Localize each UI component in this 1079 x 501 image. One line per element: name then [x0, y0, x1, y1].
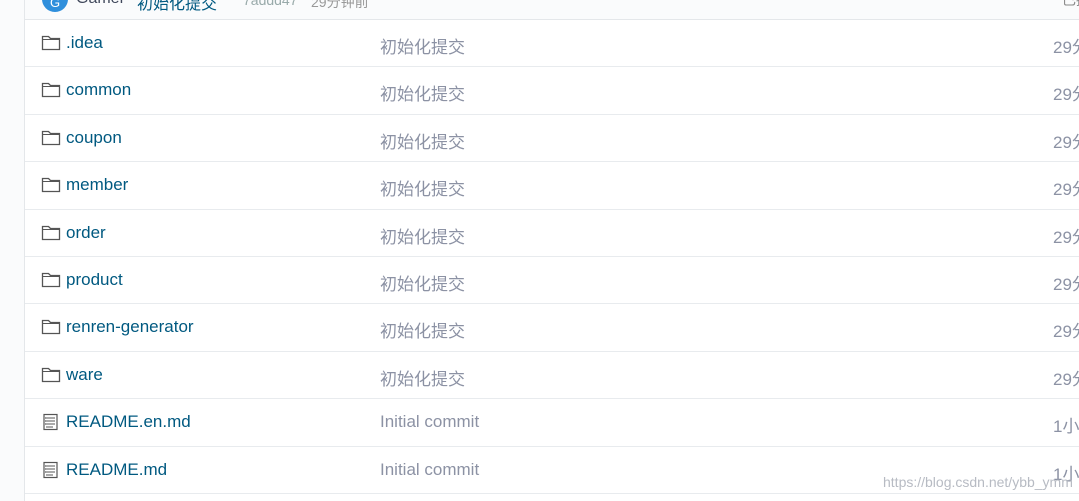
commit-author[interactable]: Gamer: [76, 0, 125, 8]
file-name-link[interactable]: ware: [66, 365, 103, 385]
commit-message-link[interactable]: 初始化提交: [380, 128, 465, 153]
repository-file-browser: G Gamer 初始化提交 7addd47 29分钟前 已提交 .idea 初始…: [24, 0, 1079, 501]
file-name-link[interactable]: .idea: [66, 33, 103, 53]
file-name-link[interactable]: order: [66, 223, 106, 243]
folder-icon: [41, 81, 61, 99]
file-text-icon: [41, 461, 61, 479]
table-row[interactable]: .idea 初始化提交 29分: [25, 20, 1079, 68]
commit-time: 29分钟前: [311, 0, 369, 10]
file-list: .idea 初始化提交 29分 common 初始化提交 29分 coupon …: [25, 20, 1079, 494]
commit-message-link[interactable]: 初始化提交: [380, 223, 465, 248]
commit-message-link[interactable]: 初始化提交: [380, 270, 465, 295]
avatar[interactable]: G: [42, 0, 68, 12]
file-name-link[interactable]: README.en.md: [66, 412, 191, 432]
commit-message[interactable]: 初始化提交: [137, 0, 217, 14]
file-name-link[interactable]: coupon: [66, 128, 122, 148]
commit-status: 已提交: [1062, 0, 1079, 8]
file-name-link[interactable]: README.md: [66, 460, 167, 480]
commit-time: 29分: [1053, 180, 1079, 200]
commit-time: 29分: [1053, 322, 1079, 342]
folder-icon: [41, 318, 61, 336]
file-text-icon: [41, 413, 61, 431]
table-row[interactable]: renren-generator 初始化提交 29分: [25, 304, 1079, 352]
file-name-link[interactable]: renren-generator: [66, 317, 194, 337]
folder-icon: [41, 176, 61, 194]
folder-icon: [41, 271, 61, 289]
commit-message-link[interactable]: 初始化提交: [380, 33, 465, 58]
commit-message-link[interactable]: 初始化提交: [380, 317, 465, 342]
table-row[interactable]: README.en.md Initial commit 1小: [25, 399, 1079, 447]
commit-message-link[interactable]: Initial commit: [380, 412, 479, 432]
folder-icon: [41, 366, 61, 384]
latest-commit-bar: G Gamer 初始化提交 7addd47 29分钟前 已提交: [25, 0, 1079, 20]
table-row[interactable]: coupon 初始化提交 29分: [25, 115, 1079, 163]
commit-time: 29分: [1053, 132, 1079, 152]
commit-message-link[interactable]: Initial commit: [380, 460, 479, 480]
commit-message-link[interactable]: 初始化提交: [380, 175, 465, 200]
file-name-link[interactable]: common: [66, 80, 131, 100]
commit-time: 1小: [1053, 417, 1079, 437]
table-row[interactable]: common 初始化提交 29分: [25, 67, 1079, 115]
commit-time: 29分: [1053, 369, 1079, 389]
commit-hash[interactable]: 7addd47: [243, 0, 298, 8]
folder-icon: [41, 34, 61, 52]
commit-time: 29分: [1053, 274, 1079, 294]
commit-message-link[interactable]: 初始化提交: [380, 80, 465, 105]
watermark: https://blog.csdn.net/ybb_ymm: [883, 474, 1073, 490]
table-row[interactable]: order 初始化提交 29分: [25, 210, 1079, 257]
table-row[interactable]: ware 初始化提交 29分: [25, 352, 1079, 400]
table-row[interactable]: member 初始化提交 29分: [25, 162, 1079, 210]
commit-time: 29分: [1053, 38, 1079, 57]
commit-time: 29分: [1053, 85, 1079, 105]
folder-icon: [41, 224, 61, 242]
table-row[interactable]: product 初始化提交 29分: [25, 257, 1079, 305]
commit-message-link[interactable]: 初始化提交: [380, 365, 465, 390]
folder-icon: [41, 129, 61, 147]
file-name-link[interactable]: product: [66, 270, 123, 290]
commit-time: 29分: [1053, 227, 1079, 247]
file-name-link[interactable]: member: [66, 175, 128, 195]
